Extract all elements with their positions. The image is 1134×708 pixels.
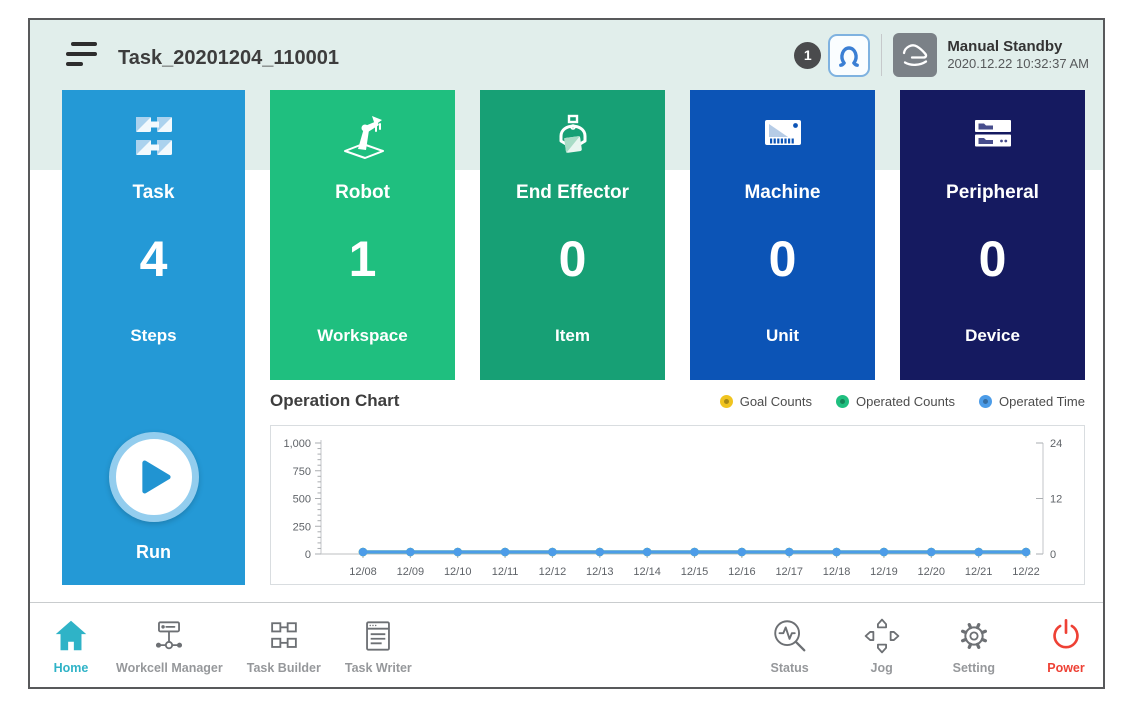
svg-text:12/09: 12/09 <box>397 566 425 578</box>
card-title: Peripheral <box>900 182 1085 204</box>
power-icon <box>1045 616 1087 656</box>
card-title: End Effector <box>480 182 665 204</box>
legend-operated-time: Operated Time <box>979 394 1085 409</box>
svg-text:12/21: 12/21 <box>965 566 993 578</box>
card-title: Robot <box>270 182 455 204</box>
jog-icon <box>861 616 903 656</box>
svg-text:12/08: 12/08 <box>349 566 377 578</box>
card-title: Machine <box>690 182 875 204</box>
mode-status: Manual Standby 2020.12.22 10:32:37 AM <box>947 37 1089 73</box>
notification-badge[interactable]: 1 <box>794 42 821 69</box>
nav-status[interactable]: Status <box>767 614 813 677</box>
card-value: 4 <box>62 230 245 288</box>
svg-text:1,000: 1,000 <box>283 438 311 450</box>
nav-task-writer[interactable]: Task Writer <box>343 614 414 677</box>
operation-chart-panel: 0 250 500 750 1,000 12/08 12/09 12/10 12/11 12/12… <box>270 425 1085 585</box>
svg-text:12/14: 12/14 <box>633 566 661 578</box>
task-title: Task_20201204_110001 <box>118 47 339 70</box>
task-card[interactable]: Task 4 Steps Run <box>62 90 245 585</box>
svg-text:12/11: 12/11 <box>492 566 519 578</box>
svg-text:12/13: 12/13 <box>586 566 614 578</box>
nav-left-group: Home Workcell Manager <box>48 614 414 677</box>
legend-operated-counts: Operated Counts <box>836 394 955 409</box>
svg-text:12: 12 <box>1050 494 1062 506</box>
card-unit: Item <box>480 326 665 346</box>
svg-text:500: 500 <box>293 494 311 506</box>
gripper-icon <box>836 42 862 68</box>
play-icon <box>140 459 172 495</box>
task-steps-icon <box>62 114 245 162</box>
card-value: 0 <box>690 230 875 288</box>
task-builder-icon <box>263 616 305 656</box>
svg-text:0: 0 <box>305 549 311 561</box>
header-divider <box>881 34 882 76</box>
card-value: 1 <box>270 230 455 288</box>
mode-label: Manual Standby <box>947 37 1089 57</box>
chart-legend: Goal Counts Operated Counts Operated Tim… <box>720 394 1085 409</box>
nav-task-builder[interactable]: Task Builder <box>245 614 323 677</box>
end-effector-card[interactable]: End Effector 0 Item <box>480 90 665 380</box>
setting-icon <box>953 616 995 656</box>
machine-card[interactable]: Machine 0 Unit <box>690 90 875 380</box>
card-unit: Workspace <box>270 326 455 346</box>
bottom-navigation: Home Workcell Manager <box>30 602 1103 687</box>
operation-chart-title: Operation Chart <box>270 391 399 411</box>
svg-text:750: 750 <box>293 466 311 478</box>
robot-card[interactable]: Robot 1 Workspace <box>270 90 455 380</box>
svg-text:12/17: 12/17 <box>775 566 803 578</box>
card-value: 0 <box>480 230 665 288</box>
svg-text:12/22: 12/22 <box>1012 566 1040 578</box>
robot-arm-icon <box>270 114 455 162</box>
peripheral-icon <box>900 114 1085 154</box>
nav-jog[interactable]: Jog <box>859 614 905 677</box>
legend-goal-counts: Goal Counts <box>720 394 812 409</box>
peripheral-card[interactable]: Peripheral 0 Device <box>900 90 1085 380</box>
home-icon <box>50 616 92 656</box>
end-effector-icon <box>480 114 665 162</box>
card-unit: Device <box>900 326 1085 346</box>
status-icon <box>769 616 811 656</box>
svg-text:12/19: 12/19 <box>870 566 898 578</box>
goal-counts-dot <box>720 395 733 408</box>
svg-text:0: 0 <box>1050 549 1056 561</box>
workcell-manager-icon <box>148 616 190 656</box>
operated-counts-dot <box>836 395 849 408</box>
nav-home[interactable]: Home <box>48 614 94 677</box>
run-label: Run <box>62 542 245 563</box>
svg-text:12/15: 12/15 <box>681 566 709 578</box>
operated-time-dot <box>979 395 992 408</box>
card-value: 0 <box>900 230 1085 288</box>
nav-right-group: Status Jog <box>767 614 1089 677</box>
manual-hand-icon <box>900 40 930 70</box>
manual-mode-tile[interactable] <box>893 33 937 77</box>
card-title: Task <box>62 182 245 204</box>
machine-icon <box>690 114 875 154</box>
menu-icon[interactable] <box>62 37 102 73</box>
main-window: Task_20201204_110001 1 <box>28 18 1105 689</box>
svg-text:12/16: 12/16 <box>728 566 756 578</box>
mode-timestamp: 2020.12.22 10:32:37 AM <box>947 56 1089 73</box>
svg-text:12/20: 12/20 <box>918 566 946 578</box>
svg-text:24: 24 <box>1050 438 1062 450</box>
operation-chart-canvas: 0 250 500 750 1,000 12/08 12/09 12/10 12/11 12/12… <box>271 426 1084 584</box>
svg-text:12/18: 12/18 <box>823 566 851 578</box>
header-controls: 1 <box>794 31 1089 79</box>
task-writer-icon <box>357 616 399 656</box>
svg-text:12/10: 12/10 <box>444 566 472 578</box>
card-unit: Unit <box>690 326 875 346</box>
nav-workcell-manager[interactable]: Workcell Manager <box>114 614 225 677</box>
gripper-button[interactable] <box>828 34 870 77</box>
nav-power[interactable]: Power <box>1043 614 1089 677</box>
svg-text:12/12: 12/12 <box>539 566 567 578</box>
nav-setting[interactable]: Setting <box>951 614 997 677</box>
svg-text:250: 250 <box>293 521 311 533</box>
run-button[interactable] <box>109 432 199 522</box>
card-unit: Steps <box>62 326 245 346</box>
